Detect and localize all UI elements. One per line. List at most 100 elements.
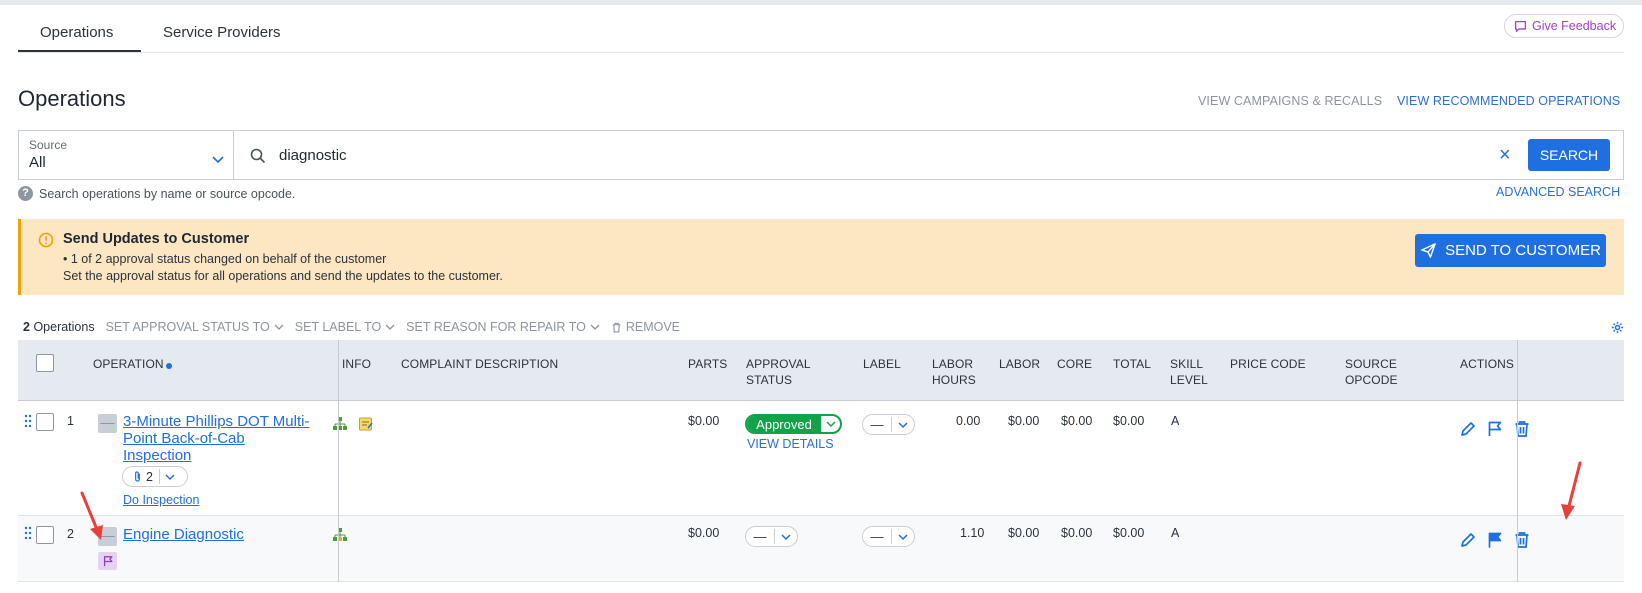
chevron-down-icon [898,421,908,428]
source-select[interactable]: Source All [18,130,234,180]
approval-status-dropdown[interactable]: Approved [745,414,842,434]
attachments-dropdown[interactable]: 2 [122,466,188,487]
sort-indicator-icon [165,363,172,369]
set-reason-dropdown[interactable]: SET REASON FOR REPAIR TO [406,320,600,334]
col-complaint: COMPLAINT DESCRIPTION [401,357,559,371]
column-divider [338,340,339,582]
top-bar [0,0,1642,5]
drag-handle-icon[interactable] [24,526,32,540]
labor-hours-value: 0.00 [956,414,981,428]
send-updates-alert: Send Updates to Customer • 1 of 2 approv… [18,219,1624,295]
set-label-dropdown[interactable]: SET LABEL TO [295,320,395,334]
chevron-down-icon [385,324,395,330]
col-operation[interactable]: OPERATION [93,356,172,372]
operations-count: 2 Operations [23,320,95,334]
col-parts: PARTS [688,357,728,371]
search-hint: ? Search operations by name or source op… [18,186,295,201]
tab-service-providers[interactable]: Service Providers [163,24,281,41]
collapse-button[interactable]: — [98,414,117,433]
labor-hours-value: 1.10 [960,526,985,540]
column-divider [1517,340,1518,582]
trash-icon[interactable] [1513,531,1531,549]
remove-button[interactable]: REMOVE [611,320,680,334]
tab-operations[interactable]: Operations [40,24,113,41]
send-icon [1421,243,1436,258]
send-to-customer-button[interactable]: SEND TO CUSTOMER [1415,234,1606,267]
flag-filled-icon[interactable] [1486,531,1504,549]
chevron-down-icon [590,324,600,330]
annotation-arrow [80,491,103,540]
help-icon: ? [18,186,33,201]
warning-icon [38,232,54,248]
drag-handle-icon[interactable] [24,414,32,428]
tab-bar: Operations Service Providers [18,20,1624,53]
do-inspection-link[interactable]: Do Inspection [123,493,199,507]
bulk-actions-bar: 2 Operations SET APPROVAL STATUS TO SET … [23,320,680,334]
core-value: $0.00 [1061,526,1093,540]
hierarchy-icon[interactable] [332,527,348,543]
row-checkbox[interactable] [36,526,54,544]
advanced-search-link[interactable]: ADVANCED SEARCH [1496,185,1620,199]
col-source-opcode: SOURCE OPCODE [1345,357,1398,387]
clear-search-icon[interactable]: × [1499,143,1511,167]
parts-value: $0.00 [688,414,720,428]
gear-icon[interactable] [1611,321,1624,334]
notes-icon[interactable] [358,416,374,432]
flag-icon[interactable] [1486,420,1504,438]
paperclip-icon [135,471,140,482]
chevron-down-icon [165,474,175,480]
skill-level-value: A [1171,414,1180,428]
view-campaigns-link[interactable]: VIEW CAMPAIGNS & RECALLS [1198,94,1382,108]
col-label: LABEL [863,357,901,371]
search-button[interactable]: SEARCH [1528,139,1610,171]
table-row: 1 — 3-Minute Phillips DOT Multi- Point B… [18,402,1624,516]
alert-line-2: Set the approval status for all operatio… [63,269,503,283]
label-dropdown[interactable]: — [862,414,915,435]
edit-icon[interactable] [1459,420,1477,438]
view-recommended-link[interactable]: VIEW RECOMMENDED OPERATIONS [1397,94,1620,108]
parts-value: $0.00 [688,526,720,540]
col-skill-level: SKILL LEVEL [1170,357,1208,387]
row-number: 1 [67,414,74,428]
row-checkbox[interactable] [36,413,54,431]
edit-icon[interactable] [1459,531,1477,549]
core-value: $0.00 [1061,414,1093,428]
row-number: 2 [67,527,74,541]
total-value: $0.00 [1113,414,1145,428]
approval-status-dropdown[interactable]: — [745,526,798,547]
table-row: 2 — Engine Diagnostic $0.00 — — 1.10 $0.… [18,516,1624,582]
set-approval-status-dropdown[interactable]: SET APPROVAL STATUS TO [106,320,284,334]
give-feedback-label: Give Feedback [1532,19,1617,33]
table-header: OPERATION INFO COMPLAINT DESCRIPTION PAR… [18,340,1624,401]
col-labor-hours: LABOR HOURS [932,357,976,387]
give-feedback-button[interactable]: Give Feedback [1504,14,1624,38]
search-hint-text: Search operations by name or source opco… [39,186,296,201]
col-labor: LABOR [999,357,1041,371]
operation-link[interactable]: Engine Diagnostic [123,526,244,543]
label-dropdown[interactable]: — [862,526,915,547]
col-total: TOTAL [1113,357,1152,371]
col-price-code: PRICE CODE [1230,357,1306,371]
alert-line-1: • 1 of 2 approval status changed on beha… [63,252,387,266]
hierarchy-icon[interactable] [332,416,348,432]
flag-icon [103,556,112,567]
search-input[interactable] [279,143,1479,167]
select-all-checkbox[interactable] [36,354,54,372]
active-tab-indicator [18,50,141,52]
flag-badge [98,552,117,570]
chevron-down-icon [781,533,791,540]
trash-icon[interactable] [1513,420,1531,438]
view-details-link[interactable]: VIEW DETAILS [747,437,834,451]
operation-link[interactable]: 3-Minute Phillips DOT Multi- Point Back-… [123,413,309,464]
search-icon [250,148,266,164]
chevron-down-icon [898,533,908,540]
labor-value: $0.00 [1008,414,1040,428]
page-title: Operations [18,86,126,111]
col-actions: ACTIONS [1460,357,1515,371]
trash-icon [612,322,621,332]
col-core: CORE [1057,357,1093,371]
feedback-icon [1514,20,1527,32]
chevron-down-icon [825,421,836,428]
col-approval-status: APPROVAL STATUS [746,357,811,387]
annotation-arrow [1561,461,1582,520]
